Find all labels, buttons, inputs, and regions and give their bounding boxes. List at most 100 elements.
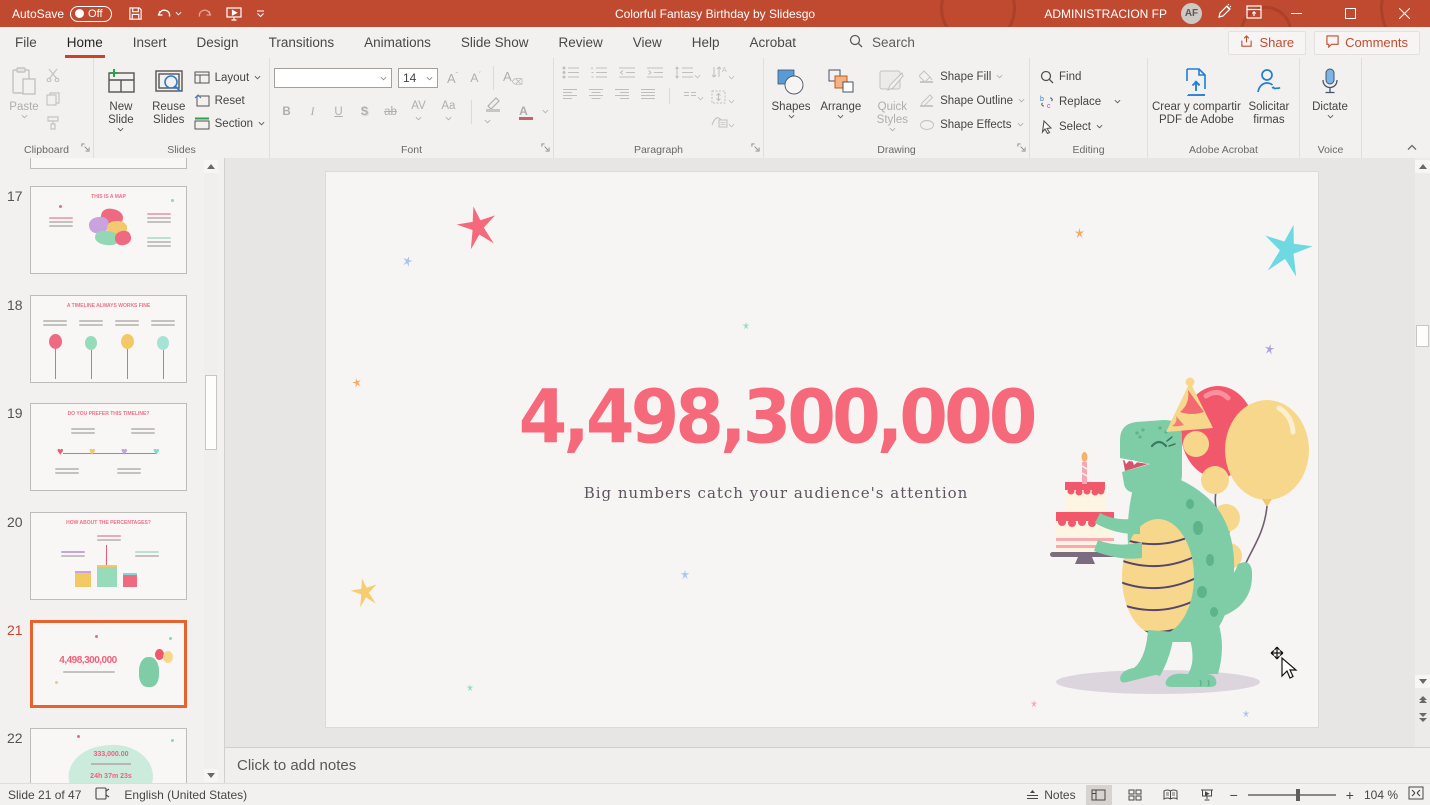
italic-button[interactable]: I [304,106,321,118]
clipboard-dialog-launcher[interactable] [81,143,90,155]
bullets-button[interactable] [562,66,580,82]
line-spacing-button[interactable] [674,66,701,82]
dictate-button[interactable]: Dictate [1304,62,1356,140]
tab-animations[interactable]: Animations [349,27,446,58]
ink-pen-icon[interactable] [1216,4,1232,23]
strikethrough-button[interactable]: ab [382,106,399,118]
zoom-slider-thumb[interactable] [1296,789,1300,801]
main-vertical-scrollbar[interactable] [1415,158,1430,747]
thumbnail-slide-22[interactable]: 333,000.00 24h 37m 23s [30,728,187,783]
create-pdf-button[interactable]: Crear y compartir PDF de Adobe [1152,62,1241,140]
copy-icon[interactable] [46,92,61,109]
notes-pane[interactable]: Click to add notes [225,747,1430,783]
redo-button-disabled[interactable] [196,7,212,21]
slide-sorter-view-button[interactable] [1122,785,1148,805]
decrease-indent-button[interactable] [618,66,636,82]
tab-view[interactable]: View [618,27,677,58]
reading-view-button[interactable] [1158,785,1184,805]
account-name[interactable]: ADMINISTRACION FP [1044,7,1167,21]
notes-toggle-button[interactable]: Notes [1026,788,1075,802]
previous-slide-button[interactable] [1415,693,1430,706]
cut-icon[interactable] [46,68,61,85]
bold-button[interactable]: B [278,106,295,118]
tab-insert[interactable]: Insert [118,27,182,58]
tab-home[interactable]: Home [52,27,118,58]
undo-button[interactable] [157,7,182,21]
shape-fill-button[interactable]: Shape Fill [919,66,1025,87]
customize-quick-access-button[interactable] [256,10,265,18]
thumbnail-slide-17[interactable]: THIS IS A MAP [30,186,187,274]
format-painter-icon[interactable] [46,116,61,133]
font-name-combo[interactable] [274,68,392,88]
replace-button[interactable]: bc Replace [1040,91,1121,112]
find-button[interactable]: Find [1040,66,1121,87]
language-indicator[interactable]: English (United States) [124,788,247,802]
thumbnail-slide-21-selected[interactable]: 4,498,300,000 [30,620,187,708]
font-color-button[interactable]: A [519,104,533,120]
align-center-button[interactable] [588,88,604,104]
fit-slide-to-window-button[interactable] [1408,786,1424,803]
underline-button[interactable]: U [330,106,347,118]
paragraph-dialog-launcher[interactable] [751,143,760,155]
shapes-button[interactable]: Shapes [768,62,814,140]
scroll-down-button[interactable] [1415,675,1430,688]
thumbnail-slide-18[interactable]: A TIMELINE ALWAYS WORKS FINE [30,295,187,383]
arrange-button[interactable]: Arrange [816,62,866,140]
comments-button[interactable]: Comments [1314,31,1420,55]
main-scrollbar-thumb[interactable] [1416,325,1429,347]
reset-button[interactable]: Reset [194,90,265,111]
collapse-ribbon-button[interactable] [1406,142,1418,154]
increase-indent-button[interactable] [646,66,664,82]
maximize-button[interactable] [1330,0,1370,27]
numbering-button[interactable] [590,66,608,82]
align-text-button[interactable] [710,90,735,107]
tab-file[interactable]: File [0,27,52,58]
start-slideshow-button[interactable] [226,6,242,21]
font-size-combo[interactable]: 14 [398,68,438,88]
tab-slideshow[interactable]: Slide Show [446,27,544,58]
thumbnail-slide-19[interactable]: DO YOU PREFER THIS TIMELINE? ♥ ♥ ♥ ♥ [30,403,187,491]
shape-effects-button[interactable]: Shape Effects [919,114,1025,135]
thumbnail-scrollbar[interactable] [204,160,218,782]
convert-smartart-button[interactable] [710,114,735,131]
highlight-color-button[interactable] [484,96,510,127]
tab-acrobat[interactable]: Acrobat [735,27,812,58]
new-slide-button[interactable]: New Slide [98,62,144,140]
share-button[interactable]: Share [1228,31,1306,55]
thumbnail-slide-16-partial[interactable] [30,158,187,169]
normal-view-button[interactable] [1086,785,1112,805]
zoom-in-button[interactable]: + [1346,787,1354,803]
paste-button[interactable]: Paste [4,62,44,140]
thumbnail-scroll-up-button[interactable] [204,160,218,173]
search-box[interactable]: Search [849,34,915,51]
slide-21-editing-surface[interactable]: 4,498,300,000 Big numbers catch your aud… [326,172,1318,727]
slideshow-view-button[interactable] [1194,785,1220,805]
close-button[interactable] [1384,0,1424,27]
zoom-slider[interactable] [1248,794,1336,796]
account-avatar[interactable]: AF [1181,3,1202,24]
thumbnail-slide-20[interactable]: HOW ABOUT THE PERCENTAGES? [30,512,187,600]
character-spacing-button[interactable]: AV [408,100,429,124]
autosave-toggle[interactable]: AutoSave Off [12,6,112,22]
increase-font-size-button[interactable]: Aˆ [444,71,461,86]
accessibility-checker-icon[interactable] [95,787,110,803]
change-case-button[interactable]: Aa [438,100,459,124]
reuse-slides-button[interactable]: Reuse Slides [146,62,192,140]
save-button[interactable] [128,6,143,21]
slide-indicator[interactable]: Slide 21 of 47 [8,788,81,802]
text-direction-button[interactable]: A [710,66,735,83]
minimize-button[interactable] [1276,0,1316,27]
justify-button[interactable] [640,88,656,104]
select-button[interactable]: Select [1040,116,1121,137]
drawing-dialog-launcher[interactable] [1017,143,1026,155]
zoom-level[interactable]: 104 % [1364,788,1398,802]
tab-review[interactable]: Review [543,27,617,58]
thumbnail-scroll-down-button[interactable] [204,769,218,782]
scroll-up-button[interactable] [1415,160,1430,173]
font-dialog-launcher[interactable] [541,143,550,155]
shape-outline-button[interactable]: Shape Outline [919,90,1025,111]
next-slide-button[interactable] [1415,711,1430,724]
ribbon-display-options-icon[interactable] [1246,5,1262,22]
columns-button[interactable] [683,88,704,104]
tab-transitions[interactable]: Transitions [254,27,350,58]
